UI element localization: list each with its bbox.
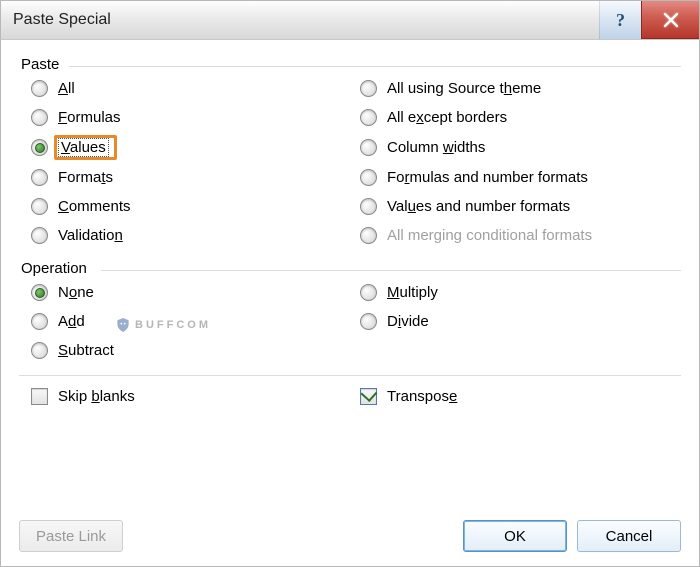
radio-icon	[360, 139, 377, 156]
values-highlight: Values	[54, 135, 117, 160]
paste-group-label: Paste	[21, 56, 65, 73]
radio-label: Formulas	[58, 109, 121, 126]
radio-divide[interactable]: Divide	[360, 313, 681, 330]
radio-icon	[31, 313, 48, 330]
radio-icon	[31, 139, 48, 156]
radio-icon	[31, 198, 48, 215]
radio-label: Multiply	[387, 284, 438, 301]
radio-icon	[360, 169, 377, 186]
radio-icon	[360, 109, 377, 126]
radio-comments[interactable]: Comments	[31, 198, 352, 215]
radio-icon	[31, 169, 48, 186]
radio-icon	[360, 284, 377, 301]
help-icon: ?	[616, 10, 625, 31]
radio-add[interactable]: Add	[31, 313, 352, 330]
radio-label: Values	[59, 139, 108, 156]
paste-radio-grid: All All using Source theme Formulas All …	[19, 80, 681, 244]
check-transpose[interactable]: Transpose	[360, 388, 681, 405]
radio-label: All	[58, 80, 75, 97]
radio-formats[interactable]: Formats	[31, 169, 352, 186]
cancel-button[interactable]: Cancel	[577, 520, 681, 552]
radio-icon	[31, 227, 48, 244]
radio-label: Validation	[58, 227, 123, 244]
dialog-footer: Paste Link OK Cancel	[19, 506, 681, 552]
titlebar: Paste Special ?	[0, 0, 700, 40]
radio-icon	[31, 342, 48, 359]
dialog-title: Paste Special	[13, 11, 599, 29]
radio-values[interactable]: Values	[31, 138, 352, 157]
checkbox-icon	[360, 388, 377, 405]
radio-icon	[31, 80, 48, 97]
radio-validation[interactable]: Validation	[31, 227, 352, 244]
check-skip-blanks[interactable]: Skip blanks	[31, 388, 352, 405]
radio-all[interactable]: All	[31, 80, 352, 97]
radio-all-merging-conditional: All merging conditional formats	[360, 227, 681, 244]
paste-group: Paste All All using Source theme Formula…	[19, 58, 681, 244]
radio-icon	[360, 80, 377, 97]
radio-subtract[interactable]: Subtract	[31, 342, 352, 359]
radio-values-number-formats[interactable]: Values and number formats	[360, 198, 681, 215]
radio-label: All using Source theme	[387, 80, 541, 97]
radio-icon	[360, 227, 377, 244]
divider	[69, 66, 681, 67]
check-label: Skip blanks	[58, 388, 135, 405]
radio-label: Values and number formats	[387, 198, 570, 215]
checkbox-icon	[31, 388, 48, 405]
radio-label: Divide	[387, 313, 429, 330]
close-button[interactable]	[641, 1, 699, 39]
radio-column-widths[interactable]: Column widths	[360, 138, 681, 157]
radio-label: Formats	[58, 169, 113, 186]
radio-label: All except borders	[387, 109, 507, 126]
divider	[19, 375, 681, 376]
operation-radio-grid: None Multiply Add Divide Subtract	[19, 284, 681, 359]
radio-multiply[interactable]: Multiply	[360, 284, 681, 301]
radio-label: Comments	[58, 198, 131, 215]
operation-group-label: Operation	[21, 260, 93, 277]
radio-formulas-number-formats[interactable]: Formulas and number formats	[360, 169, 681, 186]
checkbox-row: Skip blanks Transpose	[19, 388, 681, 405]
radio-label: None	[58, 284, 94, 301]
operation-group: Operation None Multiply Add Divide	[19, 262, 681, 359]
radio-label: Formulas and number formats	[387, 169, 588, 186]
radio-none[interactable]: None	[31, 284, 352, 301]
check-label: Transpose	[387, 388, 457, 405]
radio-icon	[360, 313, 377, 330]
radio-label: Column widths	[387, 139, 485, 156]
divider	[101, 270, 681, 271]
paste-link-button: Paste Link	[19, 520, 123, 552]
ok-button[interactable]: OK	[463, 520, 567, 552]
radio-icon	[31, 109, 48, 126]
radio-all-except-borders[interactable]: All except borders	[360, 109, 681, 126]
radio-label: All merging conditional formats	[387, 227, 592, 244]
titlebar-buttons: ?	[599, 1, 699, 39]
paste-special-dialog: Paste Special ? Paste All	[0, 0, 700, 567]
radio-all-source-theme[interactable]: All using Source theme	[360, 80, 681, 97]
dialog-body: Paste All All using Source theme Formula…	[0, 40, 700, 567]
radio-formulas[interactable]: Formulas	[31, 109, 352, 126]
radio-icon	[360, 198, 377, 215]
close-icon	[662, 11, 680, 29]
radio-label: Subtract	[58, 342, 114, 359]
help-button[interactable]: ?	[599, 1, 641, 39]
radio-label: Add	[58, 313, 85, 330]
radio-icon	[31, 284, 48, 301]
